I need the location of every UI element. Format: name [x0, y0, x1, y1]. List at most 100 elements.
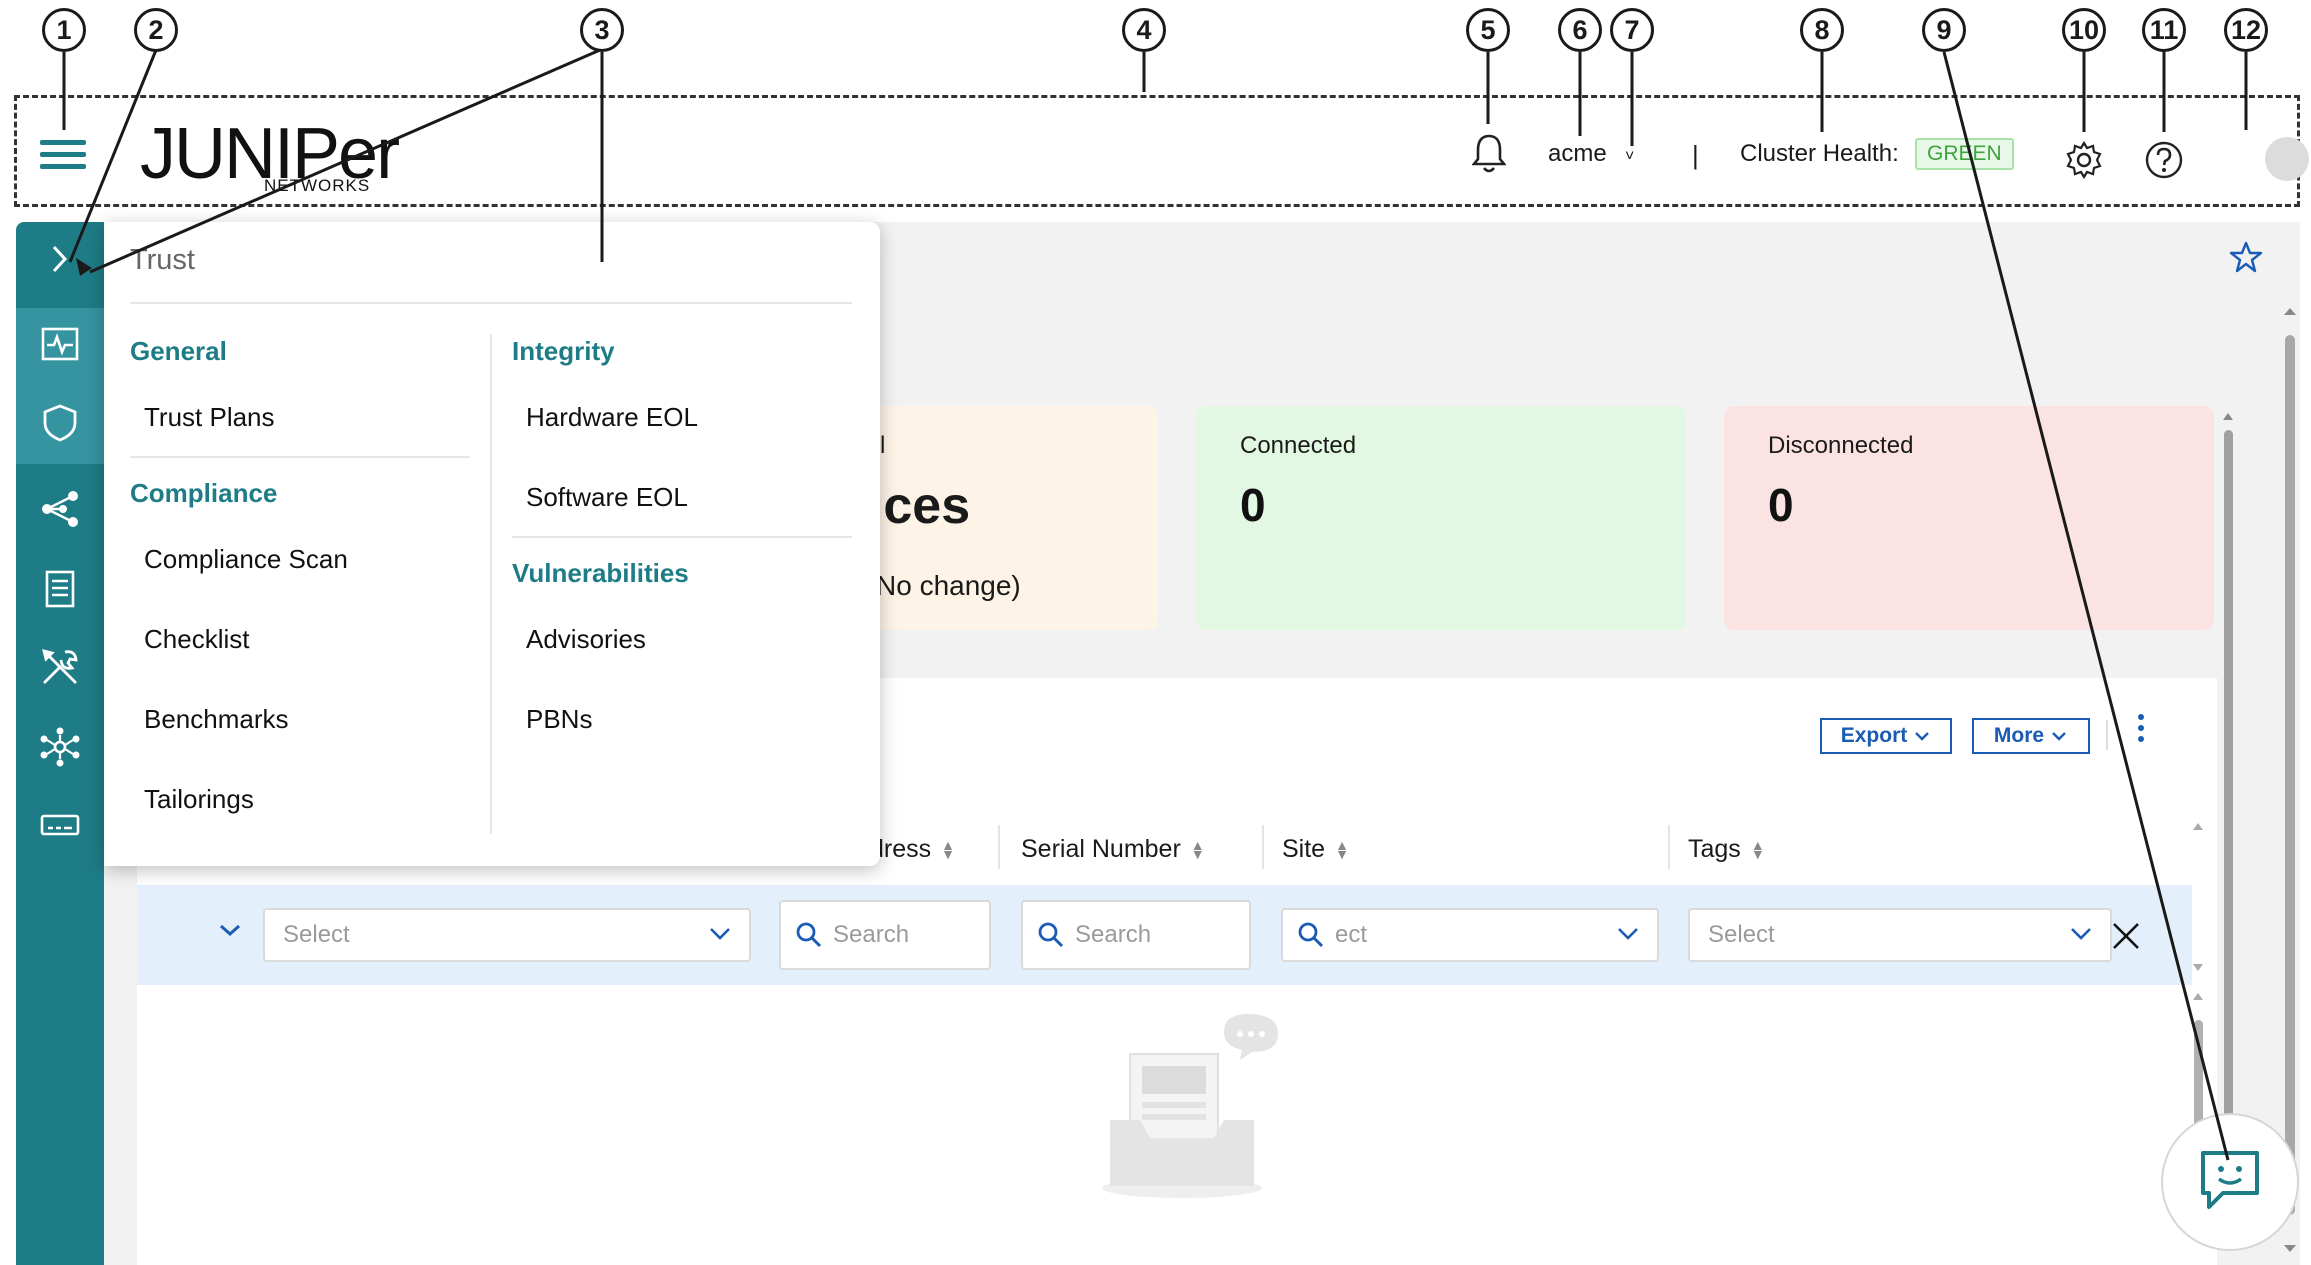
connected-value: 0	[1240, 479, 1266, 531]
more-label: More	[1993, 724, 2045, 747]
chevron-down-icon	[1615, 920, 1641, 953]
menu-item-benchmarks[interactable]: Benchmarks	[144, 704, 289, 735]
callout-12: 12	[2224, 8, 2268, 52]
column-divider	[1262, 825, 1264, 869]
search-icon	[1037, 921, 1065, 949]
tenant-name[interactable]: acme	[1548, 140, 1607, 168]
tenant-chevron-down-icon[interactable]: ˅	[1625, 148, 1634, 166]
column-divider	[998, 825, 1000, 869]
favorite-star-icon[interactable]	[2228, 240, 2264, 281]
tools-icon	[39, 646, 81, 693]
menu-item-pbns[interactable]: PBNs	[526, 704, 592, 735]
gear-icon[interactable]	[2064, 140, 2104, 185]
page-scrollbar[interactable]	[2280, 305, 2300, 1255]
menu-item-tailorings[interactable]: Tailorings	[144, 784, 254, 815]
juniper-logo: JUNIPer NETWORKS	[140, 118, 400, 195]
menu-item-software-eol[interactable]: Software EOL	[526, 482, 688, 513]
sort-icon[interactable]: ▲ ▼	[1191, 838, 1205, 861]
help-icon[interactable]	[2144, 140, 2184, 185]
device-icon	[39, 810, 81, 845]
sidebar-item-monitor[interactable]	[16, 308, 104, 386]
callout-4: 4	[1122, 8, 1166, 52]
disconnected-value: 0	[1768, 479, 1794, 531]
column-header-serial-number[interactable]: Serial Number ▲ ▼	[1021, 835, 1205, 864]
sidebar-item-devices[interactable]	[16, 788, 104, 866]
connected-card: Connected 0	[1196, 406, 1686, 630]
shield-icon	[40, 403, 80, 448]
select-filter[interactable]: Select	[263, 908, 751, 962]
menu-item-advisories[interactable]: Advisories	[526, 624, 646, 655]
activity-monitor-icon	[40, 325, 80, 370]
callout-5: 5	[1466, 8, 1510, 52]
logo-subtext: NETWORKS	[264, 176, 371, 195]
cluster-health-label: Cluster Health:	[1740, 140, 1899, 167]
chat-assistant-button[interactable]	[2163, 1115, 2297, 1249]
sidebar-item-trust[interactable]	[16, 386, 104, 464]
flyout-title: Trust	[130, 244, 195, 276]
trust-flyout-menu: Trust General Trust Plans Compliance Com…	[104, 222, 880, 866]
clear-filters-close-icon[interactable]	[2110, 920, 2142, 957]
chevron-right-icon	[49, 242, 71, 281]
user-avatar[interactable]	[2265, 137, 2309, 181]
search-placeholder: Search	[1075, 921, 1152, 948]
kebab-menu-icon[interactable]	[2138, 714, 2148, 747]
sort-icon[interactable]: ▲ ▼	[1335, 838, 1349, 861]
column-label: Serial Number	[1021, 835, 1181, 863]
sort-icon[interactable]: ▲ ▼	[1751, 838, 1765, 861]
column-header-site[interactable]: Site ▲ ▼	[1282, 835, 1349, 864]
callout-1: 1	[42, 8, 86, 52]
card-label-partial: l	[880, 432, 886, 459]
cluster-health-badge: GREEN	[1915, 138, 2014, 170]
sidebar-item-reports[interactable]	[16, 552, 104, 630]
callout-8: 8	[1800, 8, 1844, 52]
sidebar-item-network[interactable]	[16, 710, 104, 788]
hamburger-menu-icon[interactable]	[40, 140, 86, 176]
callout-11: 11	[2142, 8, 2186, 52]
document-icon	[40, 569, 80, 614]
chat-bubble-icon	[2197, 1147, 2263, 1218]
export-button[interactable]: Export	[1820, 718, 1952, 754]
column-header-tags[interactable]: Tags ▲ ▼	[1688, 835, 1765, 864]
callout-2: 2	[134, 8, 178, 52]
menu-item-compliance-scan[interactable]: Compliance Scan	[144, 544, 348, 575]
menu-item-checklist[interactable]: Checklist	[144, 624, 249, 655]
serial-search-input[interactable]: Search	[1021, 900, 1251, 970]
tags-select-filter[interactable]: Select	[1688, 908, 2112, 962]
tags-placeholder: Select	[1708, 921, 1775, 948]
network-topology-icon	[39, 726, 81, 773]
group-compliance: Compliance	[130, 478, 278, 508]
share-nodes-icon	[39, 488, 81, 535]
site-select-filter[interactable]: ect	[1281, 908, 1659, 962]
search-icon	[795, 921, 823, 949]
more-button[interactable]: More	[1972, 718, 2090, 754]
toolbar-divider	[2106, 720, 2108, 750]
flyout-column-divider	[490, 334, 492, 834]
disconnected-card: Disconnected 0	[1724, 406, 2214, 630]
address-search-input[interactable]: Search	[779, 900, 991, 970]
site-placeholder: ect	[1335, 921, 1368, 948]
chevron-down-icon	[707, 920, 733, 953]
search-icon	[1297, 921, 1325, 949]
sidebar-item-tools[interactable]	[16, 630, 104, 708]
select-placeholder: Select	[283, 921, 350, 948]
group-vulnerabilities: Vulnerabilities	[512, 558, 689, 588]
callout-3: 3	[580, 8, 624, 52]
left-nav-rail	[16, 222, 104, 1265]
expand-row-chevron-icon[interactable]	[218, 922, 242, 943]
menu-item-hardware-eol[interactable]: Hardware EOL	[526, 402, 698, 433]
disconnected-label: Disconnected	[1768, 432, 1914, 459]
expand-nav-item[interactable]	[16, 222, 104, 300]
flyout-divider	[130, 302, 852, 304]
sidebar-item-share[interactable]	[16, 472, 104, 550]
callout-10: 10	[2062, 8, 2106, 52]
empty-state-illustration	[1090, 1010, 1290, 1215]
callout-6: 6	[1558, 8, 1602, 52]
group-divider	[512, 536, 852, 538]
column-header-address[interactable]: dress ▲ ▼	[870, 835, 955, 864]
bell-icon[interactable]	[1471, 132, 1507, 179]
sort-icon[interactable]: ▲ ▼	[941, 838, 955, 861]
column-label: Site	[1282, 835, 1326, 863]
card-change-partial: No change)	[876, 570, 1021, 601]
menu-item-trust-plans[interactable]: Trust Plans	[144, 402, 275, 433]
group-divider	[130, 456, 470, 458]
